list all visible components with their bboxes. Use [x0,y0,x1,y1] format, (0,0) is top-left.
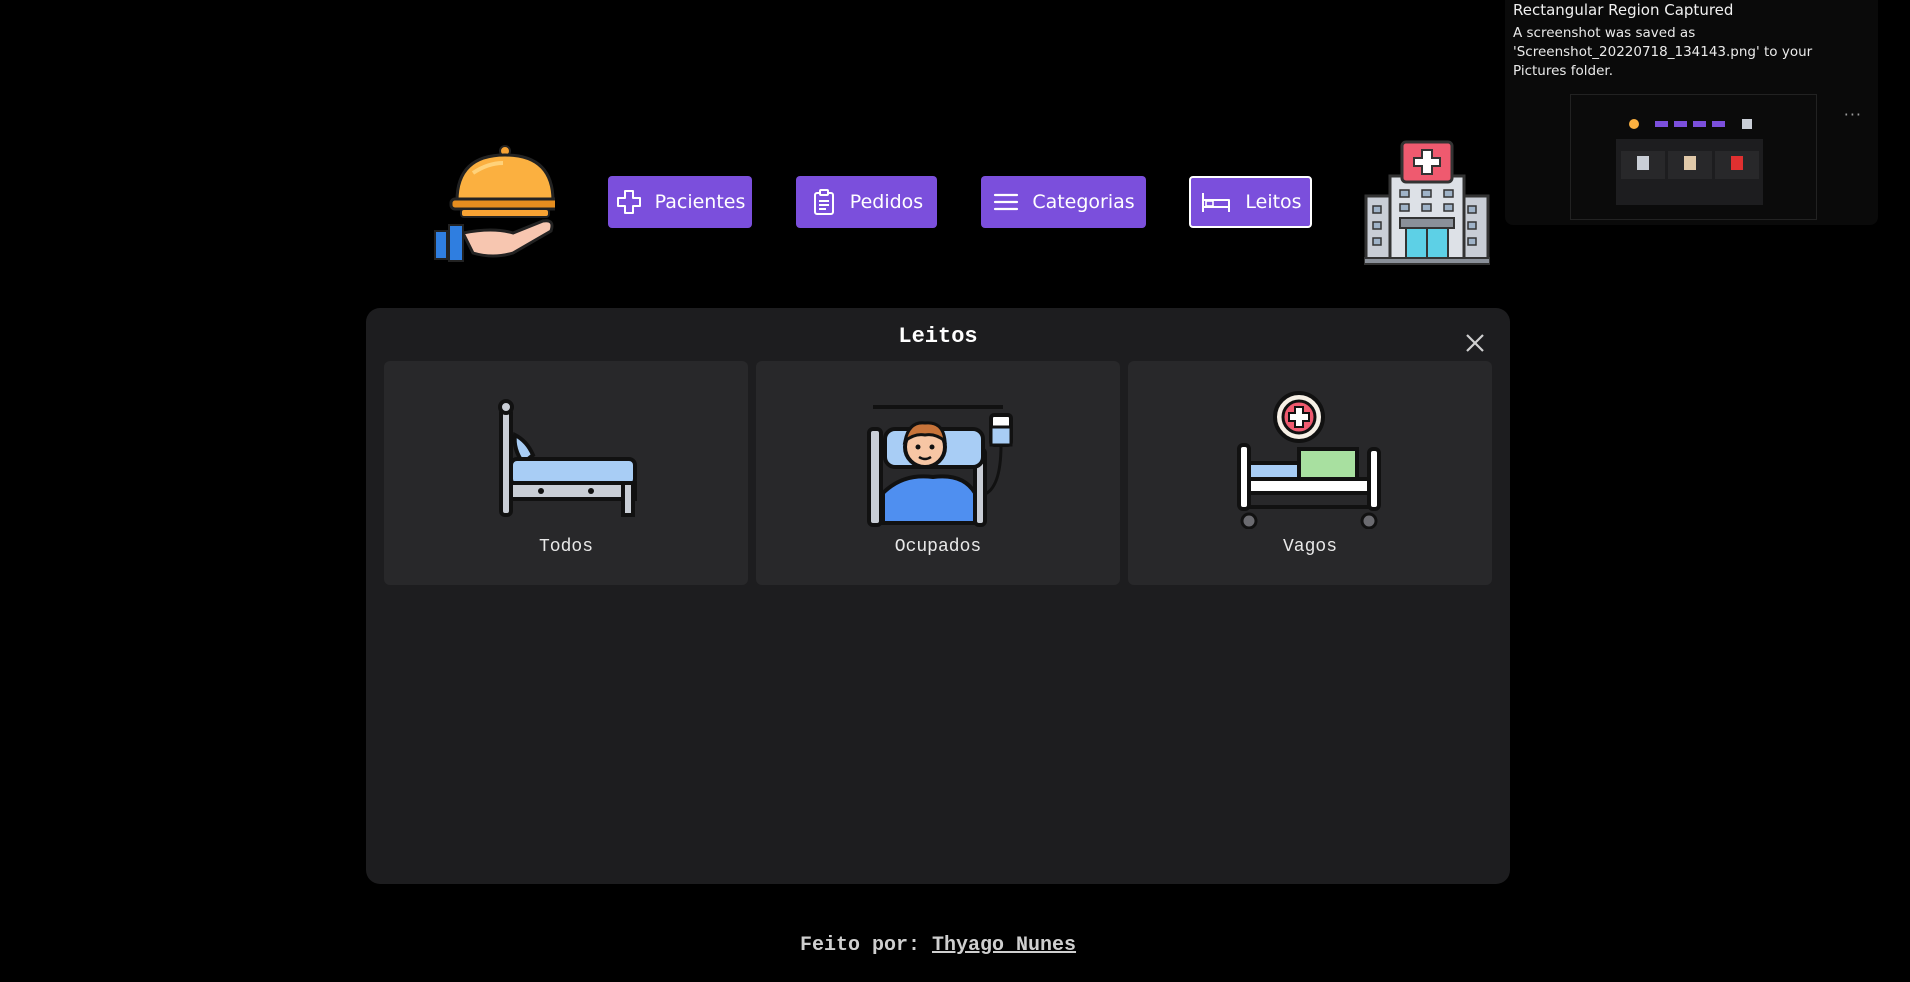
notification-body: A screenshot was saved as 'Screenshot_20… [1513,25,1813,79]
leitos-label: Leitos [1245,191,1302,213]
more-options-icon[interactable]: ··· [1844,105,1862,124]
screenshot-thumbnail[interactable] [1570,94,1817,220]
leitos-panel: Leitos Todos Ocupados Vagos [366,308,1510,884]
food-service-logo [433,143,561,265]
categorias-label: Categorias [1032,191,1135,213]
leitos-button[interactable]: Leitos [1189,176,1312,228]
close-icon[interactable] [1462,330,1488,356]
menu-icon [994,193,1019,211]
card-ocupados-label: Ocupados [894,537,982,557]
pedidos-label: Pedidos [849,191,924,213]
card-vagos[interactable]: Vagos [1128,361,1492,585]
plus-icon [616,190,641,214]
pacientes-button[interactable]: Pacientes [608,176,752,228]
notification-title: Rectangular Region Captured [1513,1,1734,19]
screenshot-notification: Rectangular Region Captured A screenshot… [1505,0,1878,225]
footer-prefix: Feito por: [799,934,920,957]
author-link[interactable]: Thyago Nunes [932,934,1076,957]
categorias-button[interactable]: Categorias [981,176,1146,228]
pedidos-button[interactable]: Pedidos [796,176,937,228]
card-ocupados[interactable]: Ocupados [756,361,1120,585]
clipboard-icon [813,189,834,215]
card-todos[interactable]: Todos [384,361,748,585]
card-vagos-label: Vagos [1282,537,1337,557]
bed-icon [1202,193,1231,212]
panel-title: Leitos [898,324,978,349]
card-todos-label: Todos [538,537,593,557]
empty-bed-icon [498,399,637,517]
occupied-bed-icon [867,405,1013,527]
vacant-bed-icon [1237,391,1381,529]
pacientes-label: Pacientes [654,191,746,213]
hospital-logo [1363,140,1491,266]
footer: Feito por: Thyago Nunes [0,934,1876,957]
